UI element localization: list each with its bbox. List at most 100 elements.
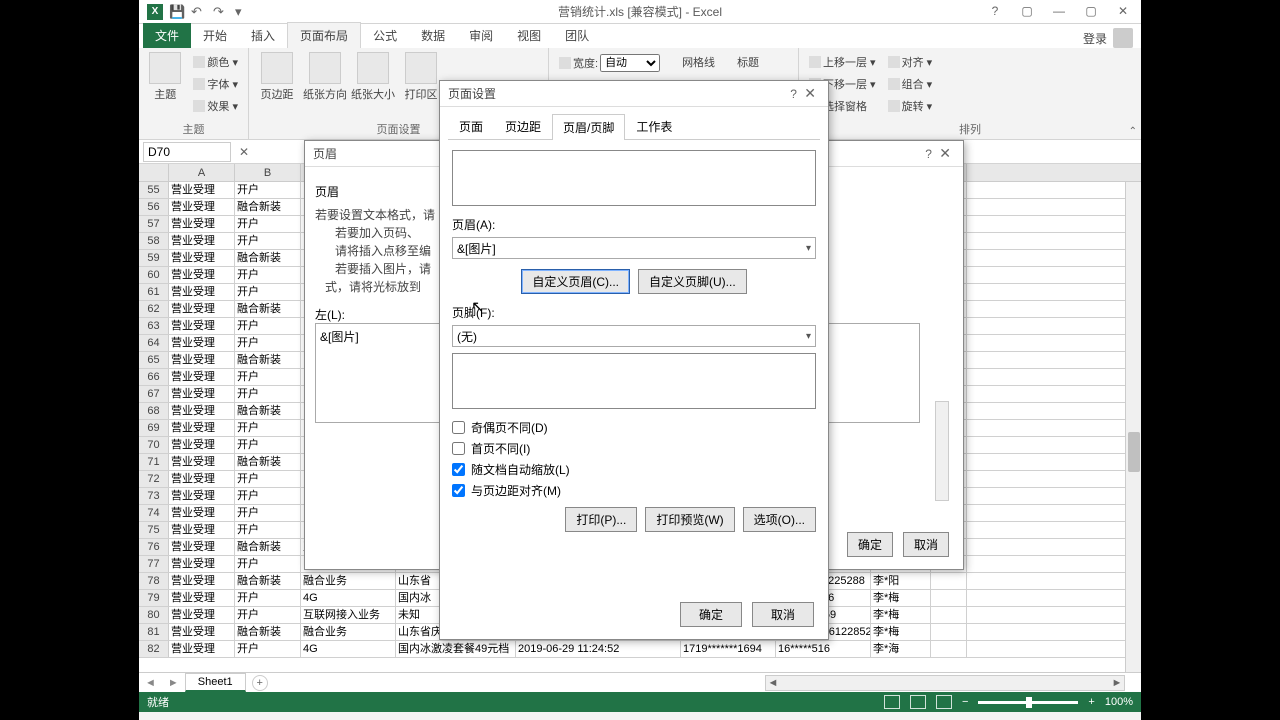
align-margins-checkbox[interactable] [452, 484, 465, 497]
row-header[interactable]: 56 [139, 199, 169, 215]
cell[interactable]: 营业受理 [169, 352, 235, 368]
cell[interactable]: 开户 [235, 488, 301, 504]
row-header[interactable]: 82 [139, 641, 169, 657]
cell[interactable]: 16*****516 [776, 641, 871, 657]
tab-team[interactable]: 团队 [553, 23, 601, 48]
print-area-button[interactable]: 打印区 [399, 52, 443, 102]
normal-view-icon[interactable] [884, 695, 900, 709]
row-header[interactable]: 69 [139, 420, 169, 436]
row-header[interactable]: 65 [139, 352, 169, 368]
cell[interactable]: 营业受理 [169, 386, 235, 402]
cell[interactable]: 营业受理 [169, 556, 235, 572]
cell[interactable]: 营业受理 [169, 505, 235, 521]
page-layout-view-icon[interactable] [910, 695, 926, 709]
odd-even-checkbox[interactable] [452, 421, 465, 434]
row-header[interactable]: 71 [139, 454, 169, 470]
cell[interactable]: 开户 [235, 471, 301, 487]
row-header[interactable]: 70 [139, 437, 169, 453]
minimize-icon[interactable]: — [1049, 4, 1069, 20]
cell[interactable] [931, 590, 967, 606]
cell[interactable]: 开户 [235, 335, 301, 351]
sheet-nav-next-icon[interactable]: ► [162, 677, 185, 689]
row-header[interactable]: 61 [139, 284, 169, 300]
cell[interactable]: 营业受理 [169, 250, 235, 266]
cell[interactable]: 营业受理 [169, 182, 235, 198]
cell[interactable]: 李*梅 [871, 607, 931, 623]
zoom-percent[interactable]: 100% [1105, 696, 1133, 708]
tab-review[interactable]: 审阅 [457, 23, 505, 48]
cell[interactable]: 4G [301, 641, 396, 657]
options-button[interactable]: 选项(O)... [743, 507, 816, 532]
cell[interactable]: 融合新装 [235, 624, 301, 640]
column-header[interactable]: A [169, 164, 235, 181]
size-button[interactable]: 纸张大小 [351, 52, 395, 102]
header-dialog-cancel-button[interactable]: 取消 [903, 532, 949, 557]
cancel-fx-icon[interactable]: ✕ [239, 145, 249, 159]
ps-tab-sheet[interactable]: 工作表 [625, 113, 683, 139]
collapse-ribbon-icon[interactable]: ⌃ [1129, 126, 1137, 137]
header-dialog-ok-button[interactable]: 确定 [847, 532, 893, 557]
tab-view[interactable]: 视图 [505, 23, 553, 48]
cell[interactable]: 营业受理 [169, 335, 235, 351]
page-setup-ok-button[interactable]: 确定 [680, 602, 742, 627]
bring-forward-button[interactable]: 上移一层 ▾ [805, 52, 880, 72]
cell[interactable]: 营业受理 [169, 454, 235, 470]
row-header[interactable]: 58 [139, 233, 169, 249]
cell[interactable]: 营业受理 [169, 267, 235, 283]
tab-file[interactable]: 文件 [143, 23, 191, 48]
cell[interactable]: 融合业务 [301, 624, 396, 640]
cell[interactable]: 营业受理 [169, 641, 235, 657]
cell[interactable]: 开户 [235, 420, 301, 436]
row-header[interactable]: 60 [139, 267, 169, 283]
cell[interactable]: 开户 [235, 318, 301, 334]
rotate-button[interactable]: 旋转 ▾ [884, 96, 937, 116]
cell[interactable] [931, 641, 967, 657]
margins-button[interactable]: 页边距 [255, 52, 299, 102]
help-icon[interactable]: ? [985, 4, 1005, 20]
row-header[interactable]: 67 [139, 386, 169, 402]
cell[interactable]: 融合新装 [235, 250, 301, 266]
page-setup-cancel-button[interactable]: 取消 [752, 602, 814, 627]
footer-combo[interactable]: (无)▾ [452, 325, 816, 347]
row-header[interactable]: 74 [139, 505, 169, 521]
cell[interactable]: 融合新装 [235, 403, 301, 419]
name-box[interactable] [143, 142, 231, 162]
row-header[interactable]: 72 [139, 471, 169, 487]
cell[interactable]: 开户 [235, 182, 301, 198]
cell[interactable]: 开户 [235, 607, 301, 623]
custom-footer-button[interactable]: 自定义页脚(U)... [638, 269, 747, 294]
close-icon[interactable]: ✕ [1113, 4, 1133, 20]
column-header[interactable]: B [235, 164, 301, 181]
cell[interactable]: 融合新装 [235, 454, 301, 470]
row-header[interactable]: 75 [139, 522, 169, 538]
cell[interactable]: 互联网接入业务 [301, 607, 396, 623]
cell[interactable]: 国内冰激凌套餐49元档（山东） [396, 641, 516, 657]
add-sheet-icon[interactable]: + [252, 675, 268, 691]
row-header[interactable]: 76 [139, 539, 169, 555]
orientation-button[interactable]: 纸张方向 [303, 52, 347, 102]
cell[interactable]: 营业受理 [169, 420, 235, 436]
maximize-icon[interactable]: ▢ [1081, 4, 1101, 20]
cell[interactable]: 营业受理 [169, 471, 235, 487]
cell[interactable]: 营业受理 [169, 199, 235, 215]
themes-button[interactable]: 主题 [145, 52, 185, 102]
width-select[interactable]: 自动 [600, 54, 660, 72]
scale-with-doc-checkbox[interactable] [452, 463, 465, 476]
group-button[interactable]: 组合 ▾ [884, 74, 937, 94]
row-header[interactable]: 64 [139, 335, 169, 351]
zoom-out-icon[interactable]: − [962, 696, 968, 708]
cell[interactable]: 营业受理 [169, 216, 235, 232]
cell[interactable]: 1719*******1694 [681, 641, 776, 657]
cell[interactable]: 融合业务 [301, 573, 396, 589]
select-all-corner[interactable] [139, 164, 169, 181]
row-header[interactable]: 68 [139, 403, 169, 419]
ps-tab-header-footer[interactable]: 页眉/页脚 [552, 114, 625, 140]
cell[interactable] [931, 573, 967, 589]
page-setup-close-icon[interactable]: ✕ [800, 85, 820, 101]
cell[interactable]: 李*梅 [871, 590, 931, 606]
row-header[interactable]: 80 [139, 607, 169, 623]
tab-data[interactable]: 数据 [409, 23, 457, 48]
avatar-icon[interactable] [1113, 28, 1133, 48]
cell[interactable]: 营业受理 [169, 488, 235, 504]
cell[interactable]: 营业受理 [169, 403, 235, 419]
